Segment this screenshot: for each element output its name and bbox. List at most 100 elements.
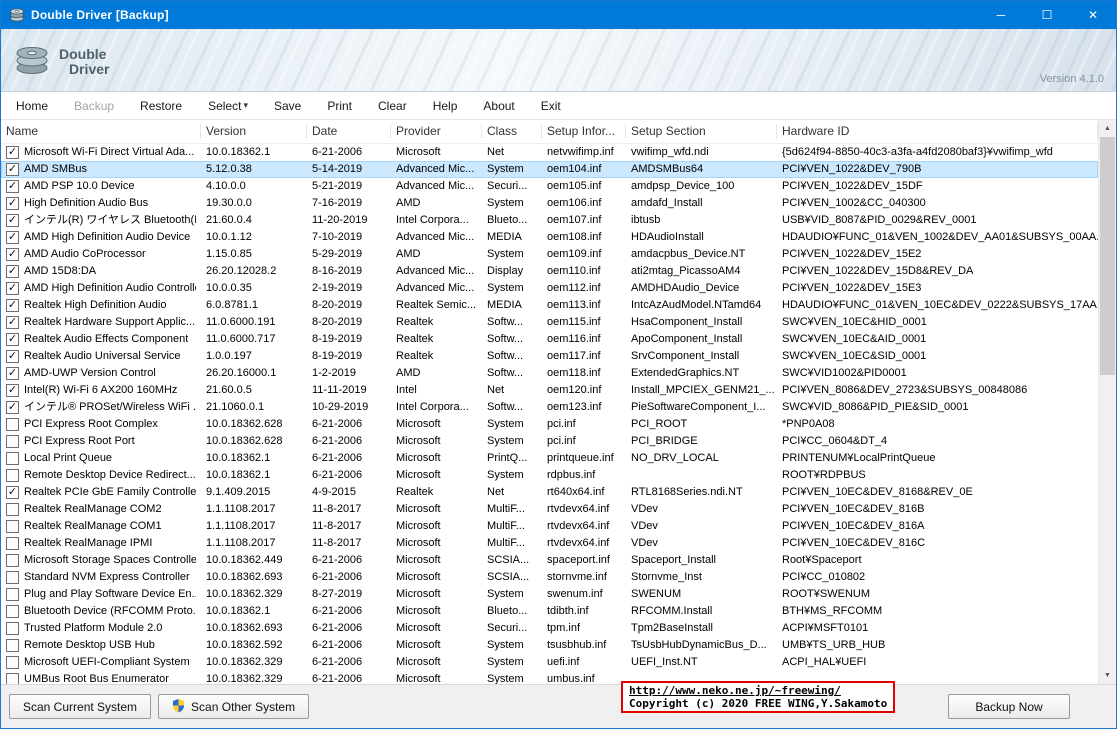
row-checkbox[interactable]: ✓ (6, 350, 19, 363)
column-header-version[interactable]: Version (201, 124, 307, 139)
cell-class: Softw... (482, 314, 542, 331)
row-checkbox[interactable] (6, 673, 19, 684)
backup-now-button[interactable]: Backup Now (948, 694, 1070, 719)
row-checkbox[interactable] (6, 537, 19, 550)
table-row[interactable]: PCI Express Root Complex10.0.18362.6286-… (1, 416, 1098, 433)
table-row[interactable]: Realtek RealManage COM21.1.1108.201711-8… (1, 501, 1098, 518)
table-row[interactable]: PCI Express Root Port10.0.18362.6286-21-… (1, 433, 1098, 450)
row-checkbox[interactable]: ✓ (6, 367, 19, 380)
menu-item-restore[interactable]: Restore (127, 92, 195, 119)
column-header-setup-section[interactable]: Setup Section (626, 124, 777, 139)
menu-item-save[interactable]: Save (261, 92, 314, 119)
table-row[interactable]: Bluetooth Device (RFCOMM Proto...10.0.18… (1, 603, 1098, 620)
menu-item-select[interactable]: Select▾ (195, 92, 261, 119)
table-row[interactable]: Realtek RealManage COM11.1.1108.201711-8… (1, 518, 1098, 535)
table-row[interactable]: Microsoft Storage Spaces Controller10.0.… (1, 552, 1098, 569)
row-checkbox[interactable] (6, 435, 19, 448)
table-row[interactable]: ✓AMD Audio CoProcessor1.15.0.855-29-2019… (1, 246, 1098, 263)
row-checkbox[interactable]: ✓ (6, 231, 19, 244)
cell-provider: Intel Corpora... (391, 212, 482, 229)
table-row[interactable]: ✓インテル® PROSet/Wireless WiFi ...21.1060.0… (1, 399, 1098, 416)
row-checkbox[interactable]: ✓ (6, 214, 19, 227)
table-row[interactable]: Remote Desktop Device Redirect...10.0.18… (1, 467, 1098, 484)
scan-other-system-button[interactable]: Scan Other System (158, 694, 309, 719)
row-checkbox[interactable]: ✓ (6, 265, 19, 278)
column-header-class[interactable]: Class (482, 124, 542, 139)
row-checkbox[interactable] (6, 452, 19, 465)
menu-item-home[interactable]: Home (3, 92, 61, 119)
row-checkbox[interactable]: ✓ (6, 333, 19, 346)
row-checkbox[interactable] (6, 639, 19, 652)
row-checkbox[interactable] (6, 418, 19, 431)
menu-item-exit[interactable]: Exit (528, 92, 574, 119)
row-checkbox[interactable] (6, 622, 19, 635)
table-row[interactable]: ✓Realtek Audio Effects Component11.0.600… (1, 331, 1098, 348)
row-checkbox[interactable]: ✓ (6, 146, 19, 159)
table-row[interactable]: ✓AMD 15D8:DA26.20.12028.28-16-2019Advanc… (1, 263, 1098, 280)
menu-item-help[interactable]: Help (420, 92, 471, 119)
table-row[interactable]: ✓High Definition Audio Bus19.30.0.07-16-… (1, 195, 1098, 212)
row-checkbox[interactable] (6, 554, 19, 567)
credit-url-link[interactable]: http://www.neko.ne.jp/~freewing/ (629, 684, 887, 697)
menu-item-about[interactable]: About (470, 92, 527, 119)
row-checkbox[interactable] (6, 469, 19, 482)
table-row[interactable]: ✓Microsoft Wi-Fi Direct Virtual Ada...10… (1, 144, 1098, 161)
table-row[interactable]: ✓AMD PSP 10.0 Device4.10.0.05-21-2019Adv… (1, 178, 1098, 195)
row-checkbox[interactable]: ✓ (6, 384, 19, 397)
row-checkbox[interactable]: ✓ (6, 299, 19, 312)
row-checkbox[interactable] (6, 520, 19, 533)
device-name: AMD Audio CoProcessor (24, 246, 146, 263)
column-header-hardware-id[interactable]: Hardware ID (777, 124, 1098, 139)
row-checkbox[interactable]: ✓ (6, 316, 19, 329)
row-checkbox[interactable]: ✓ (6, 401, 19, 414)
scan-current-system-button[interactable]: Scan Current System (9, 694, 151, 719)
table-row[interactable]: ✓Realtek Audio Universal Service1.0.0.19… (1, 348, 1098, 365)
table-row[interactable]: ✓Realtek PCIe GbE Family Controller9.1.4… (1, 484, 1098, 501)
menu-item-print[interactable]: Print (314, 92, 365, 119)
table-row[interactable]: Remote Desktop USB Hub10.0.18362.5926-21… (1, 637, 1098, 654)
row-checkbox[interactable]: ✓ (6, 282, 19, 295)
row-checkbox[interactable]: ✓ (6, 248, 19, 261)
table-row[interactable]: ✓AMD SMBus5.12.0.385-14-2019Advanced Mic… (1, 161, 1098, 178)
table-row[interactable]: ✓AMD-UWP Version Control26.20.16000.11-2… (1, 365, 1098, 382)
table-row[interactable]: UMBus Root Bus Enumerator10.0.18362.3296… (1, 671, 1098, 684)
table-row[interactable]: Trusted Platform Module 2.010.0.18362.69… (1, 620, 1098, 637)
column-header-setup-infor[interactable]: Setup Infor... (542, 124, 626, 139)
table-row[interactable]: ✓インテル(R) ワイヤレス Bluetooth(R)21.60.0.411-2… (1, 212, 1098, 229)
scrollbar-thumb[interactable] (1100, 137, 1115, 375)
table-row[interactable]: Realtek RealManage IPMI1.1.1108.201711-8… (1, 535, 1098, 552)
close-button[interactable]: ✕ (1070, 1, 1116, 29)
cell-date: 2-19-2019 (307, 280, 391, 297)
table-row[interactable]: ✓Realtek Hardware Support Applic...11.0.… (1, 314, 1098, 331)
vertical-scrollbar[interactable]: ▲ ▼ (1098, 120, 1116, 684)
scroll-up-icon[interactable]: ▲ (1099, 120, 1116, 137)
scroll-down-icon[interactable]: ▼ (1099, 667, 1116, 684)
row-checkbox[interactable]: ✓ (6, 163, 19, 176)
table-row[interactable]: ✓AMD High Definition Audio Controller10.… (1, 280, 1098, 297)
table-row[interactable]: ✓Realtek High Definition Audio6.0.8781.1… (1, 297, 1098, 314)
table-row[interactable]: Standard NVM Express Controller10.0.1836… (1, 569, 1098, 586)
table-row[interactable]: Local Print Queue10.0.18362.16-21-2006Mi… (1, 450, 1098, 467)
cell-setup-section: PCI_ROOT (626, 416, 777, 433)
menu-item-clear[interactable]: Clear (365, 92, 420, 119)
column-header-provider[interactable]: Provider (391, 124, 482, 139)
cell-date: 8-20-2019 (307, 314, 391, 331)
table-row[interactable]: Microsoft UEFI-Compliant System10.0.1836… (1, 654, 1098, 671)
row-checkbox[interactable] (6, 503, 19, 516)
table-row[interactable]: ✓Intel(R) Wi-Fi 6 AX200 160MHz21.60.0.51… (1, 382, 1098, 399)
minimize-button[interactable]: ─ (978, 1, 1024, 29)
row-checkbox[interactable]: ✓ (6, 197, 19, 210)
maximize-button[interactable]: ☐ (1024, 1, 1070, 29)
row-checkbox[interactable] (6, 605, 19, 618)
row-checkbox[interactable] (6, 571, 19, 584)
table-row[interactable]: Plug and Play Software Device En...10.0.… (1, 586, 1098, 603)
dropdown-caret-icon[interactable]: ▾ (243, 100, 248, 111)
row-checkbox[interactable] (6, 588, 19, 601)
column-header-name[interactable]: Name (1, 124, 201, 139)
table-row[interactable]: ✓AMD High Definition Audio Device10.0.1.… (1, 229, 1098, 246)
column-header-date[interactable]: Date (307, 124, 391, 139)
row-checkbox[interactable]: ✓ (6, 180, 19, 193)
row-checkbox[interactable] (6, 656, 19, 669)
row-checkbox[interactable]: ✓ (6, 486, 19, 499)
cell-class: Softw... (482, 348, 542, 365)
